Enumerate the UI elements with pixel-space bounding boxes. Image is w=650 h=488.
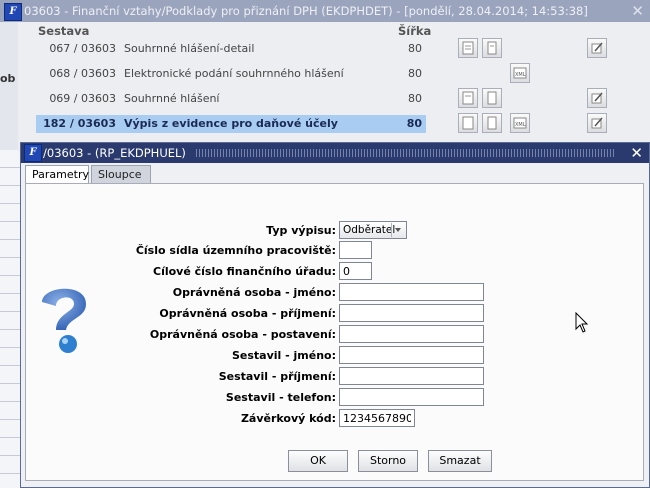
label-opr-prijmeni: Oprávněná osoba - příjmení: — [159, 307, 336, 320]
left-grid — [0, 150, 20, 488]
document-icon[interactable] — [482, 88, 502, 108]
tab-sloupce[interactable]: Sloupce — [91, 165, 151, 183]
document-icon[interactable] — [482, 113, 502, 133]
cislo-sidla-input[interactable] — [339, 241, 372, 259]
column-header-report: Sestava — [38, 24, 90, 38]
label-zaverkovy-kod: Závěrkový kód: — [240, 412, 336, 425]
ok-button[interactable]: OK — [288, 450, 348, 472]
sest-telefon-input[interactable] — [339, 388, 484, 406]
row-code: 068 / 03603 — [49, 67, 116, 80]
label-opr-postaveni: Oprávněná osoba - postavení: — [149, 328, 336, 341]
table-row[interactable]: 069 / 03603 Souhrnné hlášení 80 — [36, 90, 426, 108]
row-width: 80 — [408, 42, 422, 55]
edit-icon[interactable] — [587, 113, 607, 133]
row-code: 067 / 03603 — [49, 42, 116, 55]
opr-postaveni-input[interactable] — [339, 325, 484, 343]
svg-text:XML: XML — [515, 122, 526, 128]
edit-icon[interactable] — [587, 38, 607, 58]
label-sest-telefon: Sestavil - telefon: — [225, 391, 336, 404]
tab-parametry[interactable]: Parametry — [25, 165, 89, 183]
table-row[interactable]: 068 / 03603 Elektronické podání souhrnné… — [36, 65, 426, 83]
preview-icon[interactable] — [458, 88, 478, 108]
typ-vypisu-select[interactable]: Odběratel — [339, 221, 407, 239]
label-cislo-sidla: Číslo sídla územního pracoviště: — [135, 244, 336, 257]
opr-prijmeni-input[interactable] — [339, 304, 484, 322]
column-header-width: Šířka — [398, 24, 432, 38]
label-typ-vypisu: Typ výpisu: — [266, 224, 336, 237]
opr-jmeno-input[interactable] — [339, 283, 484, 301]
mouse-cursor-icon — [575, 312, 589, 333]
xml-icon[interactable]: XML — [510, 113, 530, 133]
row-code: 069 / 03603 — [49, 92, 116, 105]
cilove-cislo-input[interactable] — [339, 262, 372, 280]
sest-prijmeni-input[interactable] — [339, 367, 484, 385]
parameters-dialog: F /03603 - (RP_EKDPHUEL) ✕ Parametry Slo… — [20, 142, 650, 488]
background-titlebar[interactable]: F 03603 - Finanční vztahy/Podklady pro p… — [0, 0, 650, 22]
sest-jmeno-input[interactable] — [339, 346, 484, 364]
dialog-close-icon[interactable]: ✕ — [630, 144, 643, 162]
left-panel-label: ob — [0, 72, 16, 85]
titlebar-grip — [196, 149, 616, 157]
typ-vypisu-value: Odběratel — [343, 224, 396, 236]
row-code: 182 / 03603 — [43, 117, 116, 130]
row-width: 80 — [408, 92, 422, 105]
xml-icon[interactable]: XML — [510, 63, 530, 83]
row-name: Elektronické podání souhrnného hlášení — [124, 67, 344, 80]
close-icon[interactable]: ✕ — [631, 2, 644, 20]
preview-icon[interactable] — [458, 113, 478, 133]
dialog-title: /03603 - (RP_EKDPHUEL) — [43, 146, 186, 160]
svg-text:XML: XML — [515, 72, 526, 78]
label-sest-jmeno: Sestavil - jméno: — [231, 349, 336, 362]
app-logo-icon: F — [24, 144, 42, 162]
dialog-titlebar[interactable]: F /03603 - (RP_EKDPHUEL) ✕ — [21, 143, 649, 163]
app-logo-icon: F — [4, 3, 22, 21]
edit-icon[interactable] — [587, 88, 607, 108]
document-icon[interactable] — [482, 38, 502, 58]
preview-icon[interactable] — [458, 38, 478, 58]
table-row-selected[interactable]: 182 / 03603 Výpis z evidence pro daňové … — [36, 115, 426, 133]
background-window-title: 03603 - Finanční vztahy/Podklady pro při… — [24, 4, 588, 18]
parameters-panel: Typ výpisu: Odběratel Číslo sídla územní… — [25, 183, 644, 481]
chevron-down-icon[interactable] — [391, 223, 404, 237]
storno-button[interactable]: Storno — [358, 450, 418, 472]
label-sest-prijmeni: Sestavil - příjmení: — [218, 370, 336, 383]
row-name: Souhrnné hlášení — [124, 92, 220, 105]
row-name: Souhrnné hlášení-detail — [124, 42, 255, 55]
label-opr-jmeno: Oprávněná osoba - jméno: — [172, 286, 336, 299]
table-row[interactable]: 067 / 03603 Souhrnné hlášení-detail 80 — [36, 40, 426, 58]
row-width: 80 — [406, 117, 422, 130]
zaverkovy-kod-input[interactable] — [339, 409, 415, 427]
label-cilove-cislo: Cílové číslo finančního úřadu: — [153, 265, 336, 278]
row-width: 80 — [408, 67, 422, 80]
report-list: Sestava Šířka 067 / 03603 Souhrnné hláše… — [18, 22, 650, 152]
smazat-button[interactable]: Smazat — [428, 450, 492, 472]
row-name: Výpis z evidence pro daňové účely — [124, 117, 338, 130]
